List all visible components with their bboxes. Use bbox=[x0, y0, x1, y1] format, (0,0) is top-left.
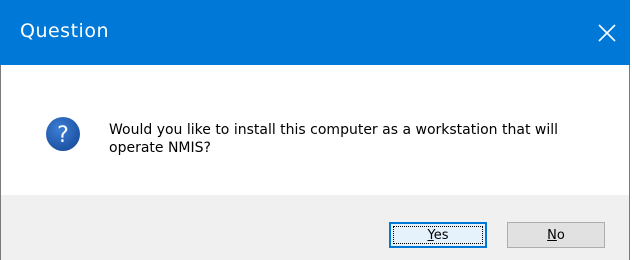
dialog-content: ? Would you like to install this compute… bbox=[1, 65, 629, 195]
no-button-label: No bbox=[547, 228, 565, 243]
no-button[interactable]: No bbox=[507, 222, 605, 248]
yes-button[interactable]: Yes bbox=[389, 222, 487, 248]
close-button[interactable] bbox=[584, 0, 630, 65]
close-icon bbox=[598, 23, 616, 42]
no-label-rest: o bbox=[556, 227, 565, 243]
svg-text:?: ? bbox=[57, 123, 69, 148]
title-bar[interactable]: Question bbox=[0, 0, 630, 65]
button-bar: Yes No bbox=[1, 195, 629, 260]
message-text: Would you like to install this computer … bbox=[109, 122, 558, 156]
question-icon: ? bbox=[45, 116, 81, 152]
no-mnemonic: N bbox=[547, 227, 557, 243]
window-title: Question bbox=[20, 20, 109, 42]
focus-indicator bbox=[393, 226, 483, 244]
question-dialog: Question ? Would you like to install thi… bbox=[0, 0, 630, 260]
